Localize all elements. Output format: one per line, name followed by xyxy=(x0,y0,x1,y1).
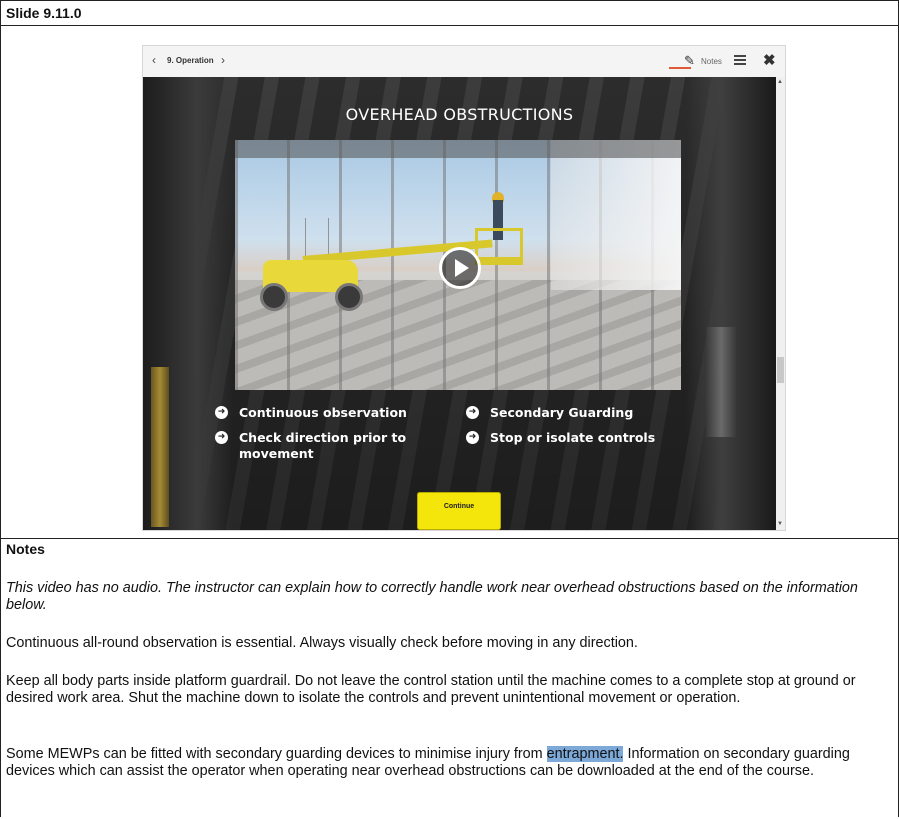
bullet-text: Check direction prior to movement xyxy=(239,430,407,461)
breadcrumb[interactable]: 9. Operation xyxy=(167,56,214,65)
viewer-toolbar: ‹ 9. Operation › ✎ Notes ✖ xyxy=(143,46,785,78)
arrow-right-icon: ➜ xyxy=(215,431,228,444)
scroll-up-icon[interactable]: ▲ xyxy=(777,79,783,85)
arrow-right-icon: ➜ xyxy=(466,431,479,444)
top-rule xyxy=(0,0,899,1)
yellow-pole xyxy=(151,367,169,527)
vertical-scrollbar[interactable]: ▲ ▼ xyxy=(776,77,785,530)
pencil-icon[interactable]: ✎ xyxy=(684,53,695,69)
play-icon[interactable] xyxy=(439,247,481,289)
wheel xyxy=(260,283,288,311)
slide-title: Slide 9.11.0 xyxy=(6,5,82,21)
notes-button[interactable]: Notes xyxy=(701,57,722,66)
notes-paragraph: Keep all body parts inside platform guar… xyxy=(6,673,856,706)
notes-paragraph: This video has no audio. The instructor … xyxy=(6,580,858,613)
next-chevron-icon[interactable]: › xyxy=(221,53,225,67)
slide-heading: OVERHEAD OBSTRUCTIONS xyxy=(345,105,574,124)
wheel xyxy=(335,283,363,311)
notes-rule xyxy=(0,538,899,539)
notes-paragraph: Continuous all-round observation is esse… xyxy=(6,635,638,651)
scroll-thumb[interactable] xyxy=(777,357,784,383)
bullet-text: Continuous observation xyxy=(239,405,407,420)
bullet-text: Secondary Guarding xyxy=(490,405,634,420)
close-icon[interactable]: ✖ xyxy=(763,51,776,69)
title-rule xyxy=(0,25,899,26)
wall-panel xyxy=(551,140,681,290)
warehouse-beam-right xyxy=(686,77,776,530)
notes-text: Some MEWPs can be fitted with secondary … xyxy=(6,746,547,762)
notes-paragraph: Some MEWPs can be fitted with secondary … xyxy=(6,746,891,780)
video-player[interactable] xyxy=(235,140,681,390)
roof-beam xyxy=(235,140,681,158)
slide-viewer: ‹ 9. Operation › ✎ Notes ✖ OVERHEAD OBST… xyxy=(143,46,785,530)
platform-basket xyxy=(475,228,523,265)
arrow-right-icon: ➜ xyxy=(215,406,228,419)
arrow-right-icon: ➜ xyxy=(466,406,479,419)
notes-heading: Notes xyxy=(6,541,45,557)
hamburger-menu-icon[interactable] xyxy=(734,53,746,67)
highlighted-text: entrapment. xyxy=(546,746,624,762)
grey-column xyxy=(706,327,736,437)
continue-button[interactable]: Continue xyxy=(417,492,501,530)
slide-stage: OVERHEAD OBSTRUCTIONS ➜ Continuous obser… xyxy=(143,77,776,530)
previous-chevron-icon[interactable]: ‹ xyxy=(152,53,156,67)
bullet-text: Stop or isolate controls xyxy=(490,430,656,445)
scroll-down-icon[interactable]: ▼ xyxy=(777,521,783,527)
